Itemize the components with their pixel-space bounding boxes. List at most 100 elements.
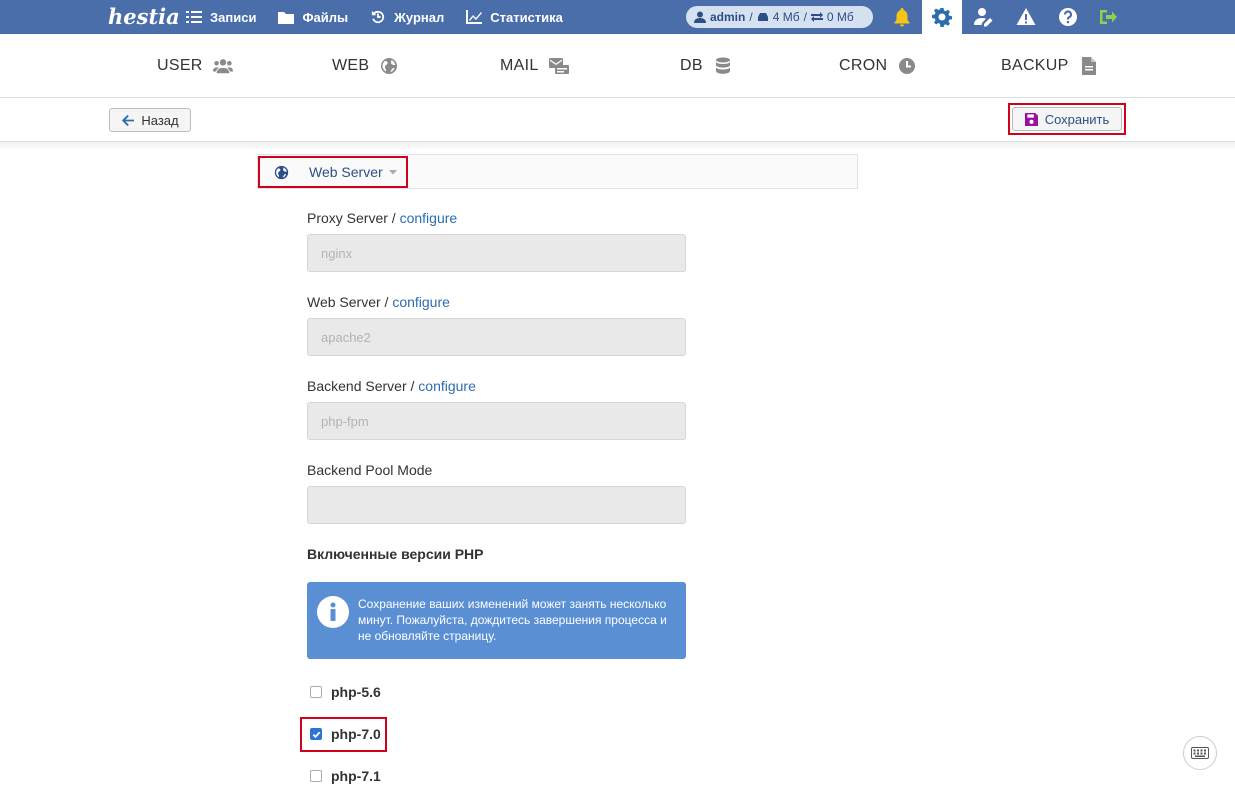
backend-pool-mode-field[interactable] (307, 486, 686, 524)
top-nav: Записи Файлы Журнал Статистика (186, 0, 585, 34)
proxy-server-label-text: Proxy Server / (307, 210, 396, 226)
user-icon (694, 11, 706, 23)
back-button[interactable]: Назад (109, 108, 191, 132)
nav-records-label: Записи (210, 9, 257, 25)
tab-backup-label: BACKUP (1001, 57, 1069, 74)
backend-configure-link[interactable]: configure (418, 378, 476, 394)
backend-server-field[interactable]: php-fpm (307, 402, 686, 440)
nav-records[interactable]: Записи (186, 10, 256, 25)
check-icon (312, 731, 320, 738)
globe-icon (274, 165, 289, 179)
tab-cron[interactable]: CRON (839, 34, 917, 98)
tab-backup[interactable]: BACKUP (1001, 34, 1099, 98)
tab-web-label: WEB (332, 57, 370, 74)
user-edit-button[interactable] (964, 0, 1004, 34)
php-7-1-option[interactable]: php-7.1 (310, 766, 381, 786)
save-button-label: Сохранить (1044, 111, 1110, 127)
nav-files[interactable]: Файлы (278, 10, 348, 25)
tab-db-label: DB (680, 57, 703, 74)
backend-server-label-text: Backend Server / (307, 378, 415, 394)
transfer-icon (810, 12, 823, 22)
toolbar-shadow (0, 142, 1235, 150)
nav-log-label: Журнал (394, 9, 445, 25)
tab-user[interactable]: USER (157, 34, 233, 98)
web-configure-link[interactable]: configure (392, 294, 450, 310)
php-7-1-label: php-7.1 (331, 768, 381, 784)
proxy-server-field[interactable]: nginx (307, 234, 686, 272)
php-7-0-option[interactable]: php-7.0 (310, 724, 381, 744)
php-5-6-label: php-5.6 (331, 684, 381, 700)
arrow-left-icon (122, 114, 135, 126)
warnings-button[interactable] (1006, 0, 1046, 34)
proxy-configure-link[interactable]: configure (400, 210, 458, 226)
php-5-6-option[interactable]: php-5.6 (310, 682, 381, 702)
bell-icon (894, 8, 910, 27)
users-icon (212, 59, 233, 74)
keyboard-icon (1191, 747, 1209, 759)
backend-server-label: Backend Server / configure (307, 378, 476, 394)
backend-pool-mode-label: Backend Pool Mode (307, 462, 433, 478)
tab-web[interactable]: WEB (332, 34, 399, 98)
user-usage-pill[interactable]: admin / 4 Мб / 0 Мб (686, 6, 873, 28)
logout-button[interactable] (1088, 0, 1128, 34)
notifications-button[interactable] (882, 0, 922, 34)
web-server-field[interactable]: apache2 (307, 318, 686, 356)
tab-cron-label: CRON (839, 57, 888, 74)
separator: / (749, 10, 753, 24)
floppy-disk-icon (1024, 112, 1038, 126)
php-5-6-checkbox[interactable] (310, 686, 322, 698)
nav-stats[interactable]: Статистика (466, 10, 563, 25)
back-button-label: Назад (141, 112, 179, 128)
list-icon (186, 11, 202, 23)
info-alert-text: Сохранение ваших изменений может занять … (358, 597, 667, 643)
mail-icon (548, 58, 569, 74)
proxy-server-value: nginx (321, 245, 353, 261)
info-icon (317, 596, 349, 628)
caret-down-icon (388, 170, 397, 175)
disk-icon (757, 13, 768, 21)
chart-icon (466, 10, 483, 24)
php-7-0-checkbox[interactable] (310, 728, 322, 740)
tab-user-label: USER (157, 57, 203, 74)
warning-icon (1016, 8, 1036, 25)
database-icon (715, 57, 730, 74)
keyboard-shortcuts-button[interactable] (1183, 736, 1217, 770)
bandwidth-usage: 0 Мб (826, 10, 854, 24)
save-button[interactable]: Сохранить (1012, 107, 1122, 131)
separator: / (803, 10, 807, 24)
section-title: Web Server (309, 164, 383, 180)
tab-mail[interactable]: MAIL (500, 34, 569, 98)
gear-icon (932, 8, 952, 27)
top-bar: hestia Записи Файлы Журнал Статистика ad… (0, 0, 1235, 34)
folder-icon (278, 12, 295, 24)
section-title-toggle[interactable]: Web Server (274, 162, 397, 182)
disk-usage: 4 Мб (772, 10, 800, 24)
web-server-label: Web Server / configure (307, 294, 450, 310)
logout-icon (1100, 10, 1117, 24)
php-versions-label: Включенные версии PHP (307, 546, 484, 562)
proxy-server-label: Proxy Server / configure (307, 210, 457, 226)
user-name: admin (710, 10, 746, 24)
nav-stats-label: Статистика (490, 9, 563, 25)
hestia-logo[interactable]: hestia (108, 2, 180, 32)
php-7-1-checkbox[interactable] (310, 770, 322, 782)
nav-log[interactable]: Журнал (370, 10, 444, 25)
web-server-label-text: Web Server / (307, 294, 389, 310)
file-icon (1081, 57, 1096, 75)
clock-icon (899, 58, 916, 74)
tab-mail-label: MAIL (500, 57, 539, 74)
backend-server-value: php-fpm (321, 413, 369, 429)
web-server-value: apache2 (321, 329, 371, 345)
help-button[interactable] (1048, 0, 1088, 34)
settings-button[interactable] (922, 0, 962, 34)
history-icon (372, 10, 385, 24)
section-tabs: USER WEB MAIL DB CRON BACKUP (0, 34, 1235, 98)
help-icon (1059, 8, 1077, 26)
save-button-highlight: Сохранить (1008, 103, 1126, 135)
user-edit-icon (974, 8, 993, 27)
nav-files-label: Файлы (302, 9, 349, 25)
php-7-0-label: php-7.0 (331, 726, 381, 742)
tab-db[interactable]: DB (680, 34, 733, 98)
info-alert: Сохранение ваших изменений может занять … (307, 582, 686, 659)
globe-icon (381, 58, 398, 74)
